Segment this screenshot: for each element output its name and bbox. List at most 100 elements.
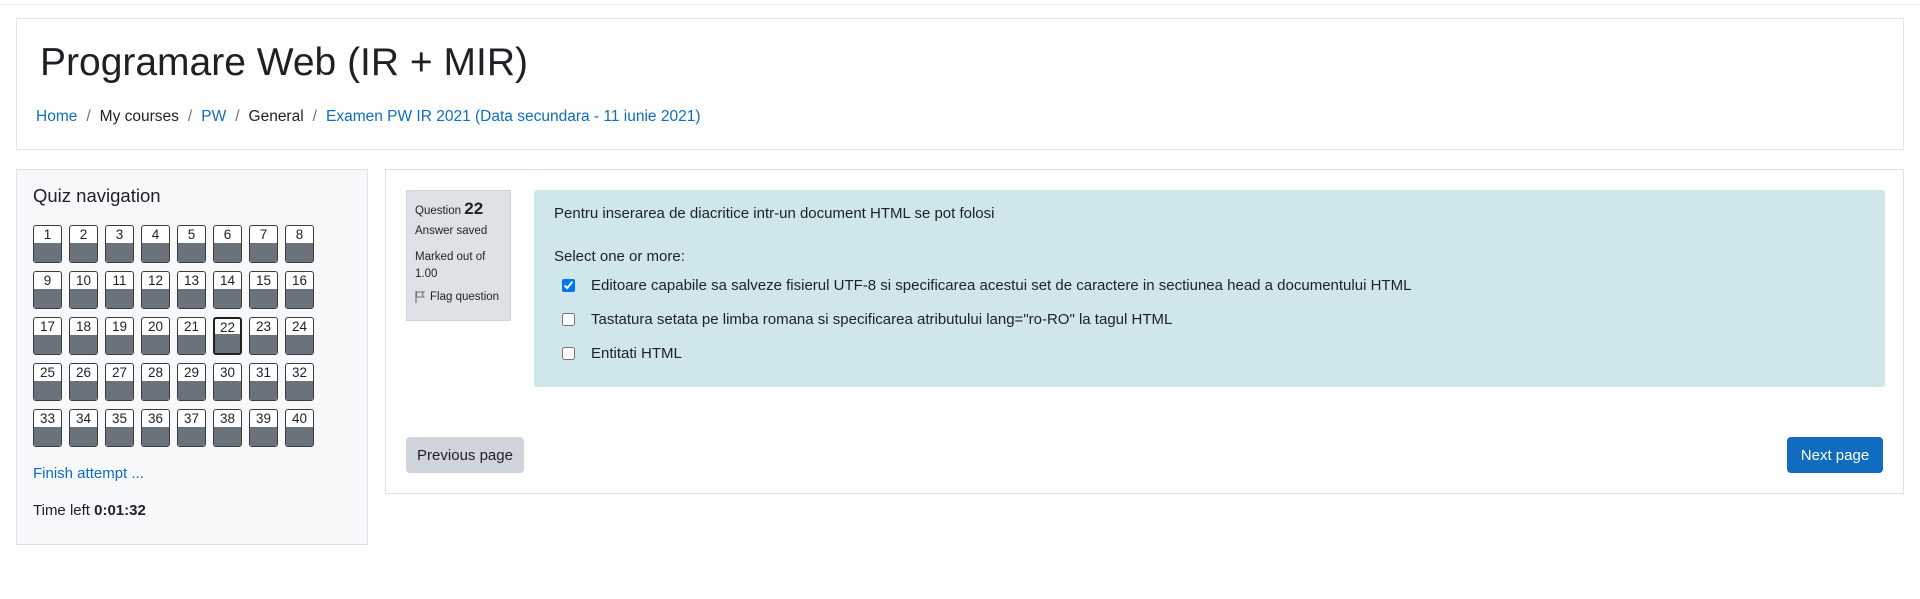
quiz-navigation-title: Quiz navigation	[33, 185, 161, 206]
question-nav-button[interactable]: 2	[69, 225, 98, 263]
answer-option[interactable]: Tastatura setata pe limba romana si spec…	[562, 311, 1172, 328]
question-nav-answered-indicator	[142, 335, 169, 354]
quiz-navigation-block: Quiz navigation 1 2 3 4 5 6 7 8 9 10 11 12 13 14 15 16 1…	[16, 169, 368, 545]
question-nav-button[interactable]: 28	[141, 363, 170, 401]
question-nav-number: 30	[219, 365, 236, 380]
question-nav-number: 28	[147, 365, 164, 380]
question-nav-answered-indicator	[142, 381, 169, 400]
question-nav-answered-indicator	[286, 427, 313, 446]
question-nav-button[interactable]: 31	[249, 363, 278, 401]
question-nav-number: 29	[183, 365, 200, 380]
question-nav-button[interactable]: 23	[249, 317, 278, 355]
question-nav-button[interactable]: 5	[177, 225, 206, 263]
question-text: Pentru inserarea de diacritice intr-un d…	[554, 205, 995, 222]
question-nav-answered-indicator	[106, 289, 133, 308]
question-nav-button[interactable]: 19	[105, 317, 134, 355]
flag-question-button[interactable]: Flag question	[415, 291, 502, 303]
question-nav-button[interactable]: 33	[33, 409, 62, 447]
breadcrumb-separator: /	[235, 108, 240, 125]
question-nav-answered-indicator	[250, 335, 277, 354]
question-nav-button[interactable]: 3	[105, 225, 134, 263]
breadcrumb-separator: /	[86, 108, 91, 125]
answer-checkbox[interactable]	[562, 347, 575, 360]
breadcrumb-home[interactable]: Home	[36, 108, 77, 126]
answer-checkbox[interactable]	[562, 313, 575, 326]
question-nav-button[interactable]: 39	[249, 409, 278, 447]
question-nav-number: 8	[295, 227, 304, 242]
next-page-button[interactable]: Next page	[1787, 437, 1883, 473]
question-nav-answered-indicator	[34, 381, 61, 400]
question-nav-button[interactable]: 8	[285, 225, 314, 263]
question-nav-number: 5	[187, 227, 196, 242]
question-nav-answered-indicator	[178, 243, 205, 262]
question-nav-answered-indicator	[70, 381, 97, 400]
question-nav-button[interactable]: 37	[177, 409, 206, 447]
question-nav-button[interactable]: 10	[69, 271, 98, 309]
question-nav-button[interactable]: 38	[213, 409, 242, 447]
question-nav-button[interactable]: 26	[69, 363, 98, 401]
question-nav-number: 27	[111, 365, 128, 380]
question-nav-number: 4	[151, 227, 160, 242]
question-nav-button[interactable]: 36	[141, 409, 170, 447]
question-nav-button[interactable]: 18	[69, 317, 98, 355]
question-nav-button[interactable]: 40	[285, 409, 314, 447]
question-nav-button[interactable]: 13	[177, 271, 206, 309]
question-nav-button[interactable]: 20	[141, 317, 170, 355]
question-nav-answered-indicator	[286, 381, 313, 400]
question-nav-answered-indicator	[214, 427, 241, 446]
question-nav-answered-indicator	[215, 334, 240, 353]
previous-page-button[interactable]: Previous page	[406, 437, 524, 473]
answer-option[interactable]: Entitati HTML	[562, 345, 682, 362]
breadcrumb-pw[interactable]: PW	[201, 108, 226, 126]
time-left-label: Time left	[33, 502, 90, 519]
question-nav-answered-indicator	[214, 243, 241, 262]
question-nav-answered-indicator	[250, 289, 277, 308]
answer-checkbox[interactable]	[562, 279, 575, 292]
question-nav-number: 25	[39, 365, 56, 380]
question-nav-button[interactable]: 9	[33, 271, 62, 309]
question-nav-number: 24	[291, 319, 308, 334]
question-nav-button[interactable]: 12	[141, 271, 170, 309]
breadcrumb-separator: /	[312, 108, 317, 125]
question-nav-button[interactable]: 1	[33, 225, 62, 263]
question-nav-number: 1	[43, 227, 52, 242]
question-nav-button[interactable]: 11	[105, 271, 134, 309]
question-nav-button[interactable]: 7	[249, 225, 278, 263]
question-nav-number: 36	[147, 411, 164, 426]
question-nav-button[interactable]: 29	[177, 363, 206, 401]
question-nav-button[interactable]: 35	[105, 409, 134, 447]
answer-label: Entitati HTML	[591, 345, 682, 362]
question-nav-button[interactable]: 22	[213, 317, 242, 355]
finish-attempt-link[interactable]: Finish attempt ...	[33, 465, 144, 482]
question-nav-answered-indicator	[178, 335, 205, 354]
breadcrumb-exam[interactable]: Examen PW IR 2021 (Data secundara - 11 i…	[326, 108, 701, 126]
question-nav-button[interactable]: 15	[249, 271, 278, 309]
question-nav-number: 6	[223, 227, 232, 242]
question-nav-answered-indicator	[250, 381, 277, 400]
question-nav-number: 40	[291, 411, 308, 426]
question-nav-button[interactable]: 14	[213, 271, 242, 309]
question-nav-button[interactable]: 34	[69, 409, 98, 447]
time-left-value: 0:01:32	[94, 502, 146, 519]
question-nav-number: 18	[75, 319, 92, 334]
question-nav-answered-indicator	[106, 427, 133, 446]
question-nav-button[interactable]: 24	[285, 317, 314, 355]
question-nav-button[interactable]: 25	[33, 363, 62, 401]
question-nav-answered-indicator	[106, 335, 133, 354]
flag-icon	[415, 291, 425, 303]
question-nav-button[interactable]: 21	[177, 317, 206, 355]
question-nav-button[interactable]: 32	[285, 363, 314, 401]
question-nav-button[interactable]: 6	[213, 225, 242, 263]
question-nav-button[interactable]: 16	[285, 271, 314, 309]
answer-option[interactable]: Editoare capabile sa salveze fisierul UT…	[562, 277, 1411, 294]
question-nav-button[interactable]: 27	[105, 363, 134, 401]
answer-label: Tastatura setata pe limba romana si spec…	[591, 311, 1173, 328]
question-nav-answered-indicator	[70, 335, 97, 354]
question-nav-number: 13	[183, 273, 200, 288]
question-nav-answered-indicator	[250, 243, 277, 262]
question-nav-button[interactable]: 30	[213, 363, 242, 401]
question-nav-button[interactable]: 4	[141, 225, 170, 263]
question-nav-number: 21	[183, 319, 200, 334]
question-nav-button[interactable]: 17	[33, 317, 62, 355]
question-nav-answered-indicator	[34, 289, 61, 308]
